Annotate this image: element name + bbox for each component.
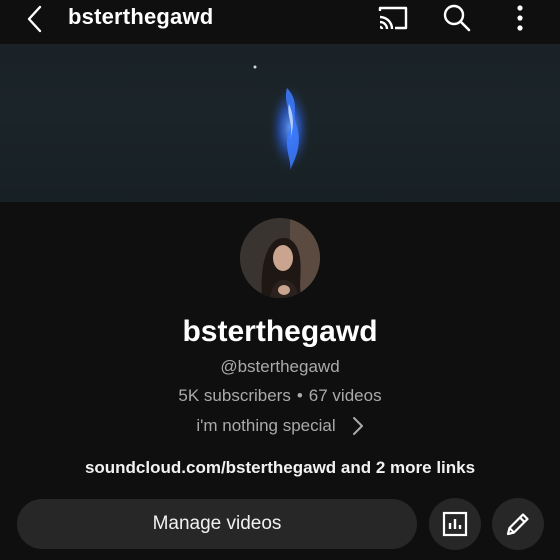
channel-banner xyxy=(0,44,560,202)
channel-name: bsterthegawd xyxy=(182,315,378,348)
channel-links[interactable]: soundcloud.com/bsterthegawd and 2 more l… xyxy=(0,457,560,479)
search-button[interactable] xyxy=(441,2,473,34)
edit-button[interactable] xyxy=(492,498,544,550)
avatar[interactable] xyxy=(240,218,320,298)
separator-dot: • xyxy=(296,386,303,405)
description-text: i'm nothing special xyxy=(196,416,336,435)
analytics-button[interactable] xyxy=(429,498,481,550)
more-vert-icon xyxy=(517,5,523,31)
back-arrow-icon xyxy=(27,5,42,33)
channel-stats: 5K subscribers • 67 videos xyxy=(0,385,560,407)
chevron-right-icon xyxy=(352,416,364,436)
channel-description[interactable]: i'm nothing special xyxy=(0,415,560,437)
back-button[interactable] xyxy=(18,2,52,36)
analytics-icon xyxy=(442,511,468,537)
cast-button[interactable] xyxy=(377,2,409,34)
cast-icon xyxy=(378,6,408,30)
subscriber-count: 5K subscribers xyxy=(178,386,291,405)
pencil-icon xyxy=(506,513,529,536)
search-icon xyxy=(443,4,471,32)
manage-videos-button[interactable]: Manage videos xyxy=(17,499,417,549)
top-app-bar: bsterthegawd xyxy=(0,0,560,44)
page-title: bsterthegawd xyxy=(68,4,214,29)
video-count: 67 videos xyxy=(308,386,382,405)
more-options-button[interactable] xyxy=(504,2,536,34)
channel-handle: @bsterthegawd xyxy=(220,357,340,376)
